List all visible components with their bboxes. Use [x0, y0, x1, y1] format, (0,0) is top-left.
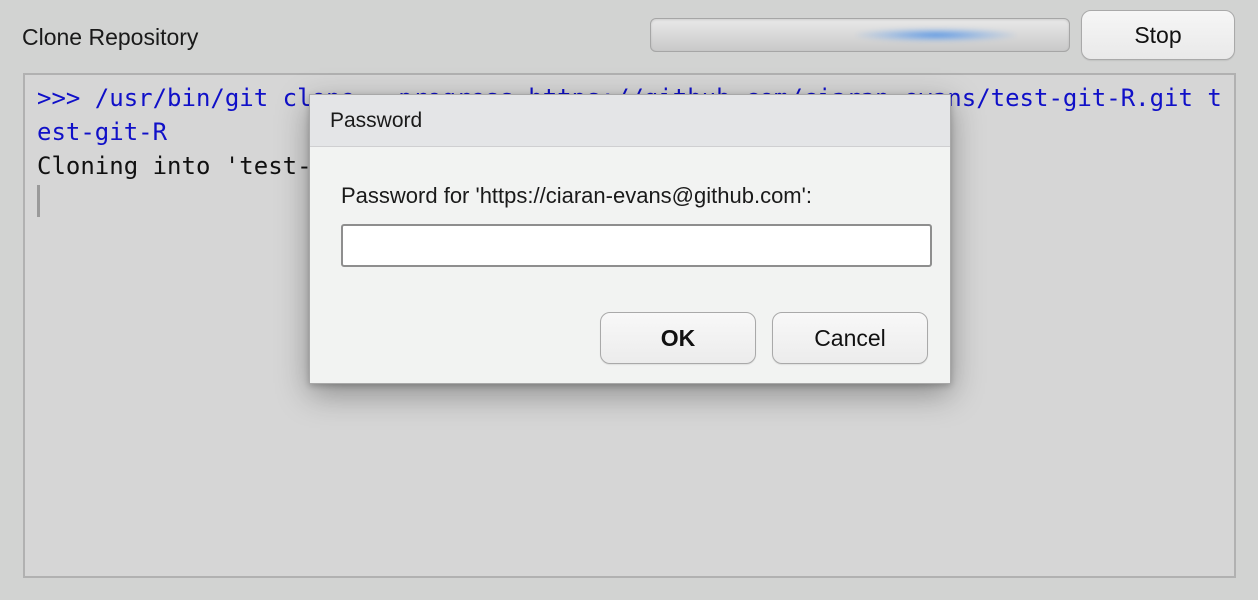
stop-button[interactable]: Stop: [1081, 10, 1235, 60]
clone-progress-bar: [650, 18, 1070, 52]
password-prompt-label: Password for 'https://ciaran-evans@githu…: [341, 183, 812, 208]
ok-button[interactable]: OK: [600, 312, 756, 364]
window-title: Clone Repository: [22, 24, 199, 50]
password-dialog: Password Password for 'https://ciaran-ev…: [309, 94, 951, 384]
password-input[interactable]: [341, 224, 932, 267]
progress-indicator-glow: [856, 28, 1016, 42]
dialog-title: Password: [310, 95, 950, 147]
text-cursor: [37, 185, 40, 217]
cancel-button[interactable]: Cancel: [772, 312, 928, 364]
